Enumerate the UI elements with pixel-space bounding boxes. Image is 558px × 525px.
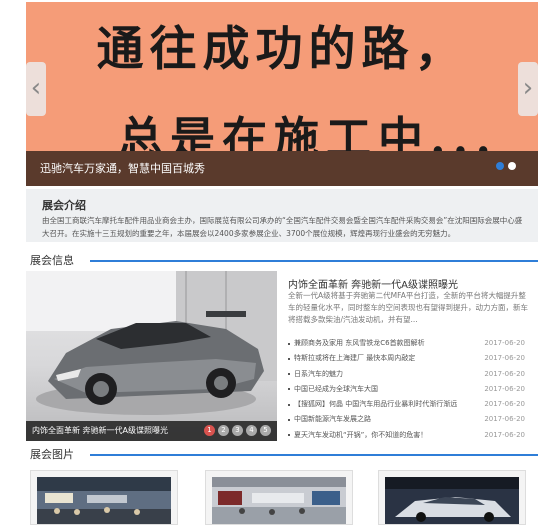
chevron-left-icon: ‹ xyxy=(30,73,42,103)
news-item-date: 2017-06-20 xyxy=(484,400,525,409)
featured-pagination: 1 2 3 4 5 xyxy=(204,425,271,436)
hero-caption-bar: 迅驰汽车万家通，智慧中国百城秀 xyxy=(26,151,538,186)
next-slide-button[interactable]: › xyxy=(518,62,538,116)
news-item-title[interactable]: 中国已经成为全球汽车大国 xyxy=(294,382,378,397)
exhibition-intro: 展会介绍 由全国工商联汽车摩托车配件用品业商会主办，国际展览有限公司承办的“全国… xyxy=(26,189,538,242)
list-item[interactable]: 中国新能源汽车发展之路 2017-06-20 xyxy=(288,412,533,427)
exhibition-photo-2 xyxy=(212,477,346,524)
hero-headline-line1: 通往成功的路， xyxy=(96,22,468,77)
gallery-thumbnail-3[interactable] xyxy=(378,470,526,525)
news-item-date: 2017-06-20 xyxy=(484,369,525,378)
exhibition-photo-3 xyxy=(385,477,519,524)
chevron-right-icon: › xyxy=(522,73,534,103)
news-item-title[interactable]: 兼顾商务及家用 东风雪铁龙C6首款图解析 xyxy=(294,336,425,351)
news-item-date: 2017-06-20 xyxy=(484,415,525,424)
featured-page-3[interactable]: 3 xyxy=(232,425,243,436)
gallery-section-title: 展会图片 xyxy=(30,448,74,461)
list-item[interactable]: 日系汽车的魅力 2017-06-20 xyxy=(288,367,533,382)
hero-pagination xyxy=(496,162,516,170)
news-item-title[interactable]: 【搜狐网】何晶 中国汽车用品行业暴利时代渐行渐远 xyxy=(294,397,457,412)
list-item[interactable]: 特斯拉或将在上海建厂 最快本周内敲定 2017-06-20 xyxy=(288,351,533,366)
news-item-title[interactable]: 夏天汽车发动机“开锅”，你不知道的危害！ xyxy=(294,428,427,443)
news-item-date: 2017-06-20 xyxy=(484,430,525,439)
news-item-date: 2017-06-20 xyxy=(484,339,525,347)
news-item-title[interactable]: 日系汽车的魅力 xyxy=(294,367,343,382)
intro-title: 展会介绍 xyxy=(42,199,86,212)
news-summary: 全新一代A级将基于奔驰第二代MFA平台打造，全新的平台将大幅提升整车的轻量化水平… xyxy=(288,291,528,324)
list-item[interactable]: 夏天汽车发动机“开锅”，你不知道的危害！ 2017-06-20 xyxy=(288,428,533,443)
prev-slide-button[interactable]: ‹ xyxy=(26,62,46,116)
news-section-title: 展会信息 xyxy=(30,254,74,267)
list-item[interactable]: 【搜狐网】何晶 中国汽车用品行业暴利时代渐行渐远 2017-06-20 xyxy=(288,397,533,412)
hero-banner[interactable]: 通往成功的路， 总是在施工中... 迅驰汽车万家通，智慧中国百城秀 xyxy=(26,2,538,186)
featured-page-1[interactable]: 1 xyxy=(204,425,215,436)
news-headline[interactable]: 内饰全面革新 奔驰新一代A级谍照曝光 xyxy=(288,276,458,291)
hero-dot-2[interactable] xyxy=(508,162,516,170)
news-item-date: 2017-06-20 xyxy=(484,384,525,393)
news-section-header: 展会信息 xyxy=(26,252,538,270)
featured-page-5[interactable]: 5 xyxy=(260,425,271,436)
gallery-section-header: 展会图片 xyxy=(26,446,538,464)
list-item[interactable]: 兼顾商务及家用 东风雪铁龙C6首款图解析 2017-06-20 xyxy=(288,336,533,351)
section-divider xyxy=(90,260,538,262)
intro-text: 由全国工商联汽车摩托车配件用品业商会主办，国际展览有限公司承办的“全国汽车配件交… xyxy=(42,216,523,238)
gallery-thumbnail-2[interactable] xyxy=(205,470,353,525)
list-item[interactable]: 中国已经成为全球汽车大国 2017-06-20 xyxy=(288,382,533,397)
featured-caption-bar: 内饰全面革新 奔驰新一代A级谍照曝光 1 2 3 4 5 xyxy=(26,421,277,441)
section-divider xyxy=(90,454,538,456)
featured-caption[interactable]: 内饰全面革新 奔驰新一代A级谍照曝光 xyxy=(32,425,168,436)
exhibition-photo-1 xyxy=(37,477,171,524)
gallery-thumbnail-1[interactable] xyxy=(30,470,178,525)
news-item-date: 2017-06-20 xyxy=(484,354,525,363)
featured-news-image[interactable]: 内饰全面革新 奔驰新一代A级谍照曝光 1 2 3 4 5 xyxy=(26,271,277,441)
featured-page-2[interactable]: 2 xyxy=(218,425,229,436)
hero-caption[interactable]: 迅驰汽车万家通，智慧中国百城秀 xyxy=(40,160,205,176)
news-item-title[interactable]: 中国新能源汽车发展之路 xyxy=(294,412,371,427)
news-item-title[interactable]: 特斯拉或将在上海建厂 最快本周内敲定 xyxy=(294,351,415,366)
news-list: 兼顾商务及家用 东风雪铁龙C6首款图解析 2017-06-20 特斯拉或将在上海建… xyxy=(288,336,533,443)
featured-page-4[interactable]: 4 xyxy=(246,425,257,436)
car-illustration xyxy=(26,271,277,415)
hero-dot-1[interactable] xyxy=(496,162,504,170)
